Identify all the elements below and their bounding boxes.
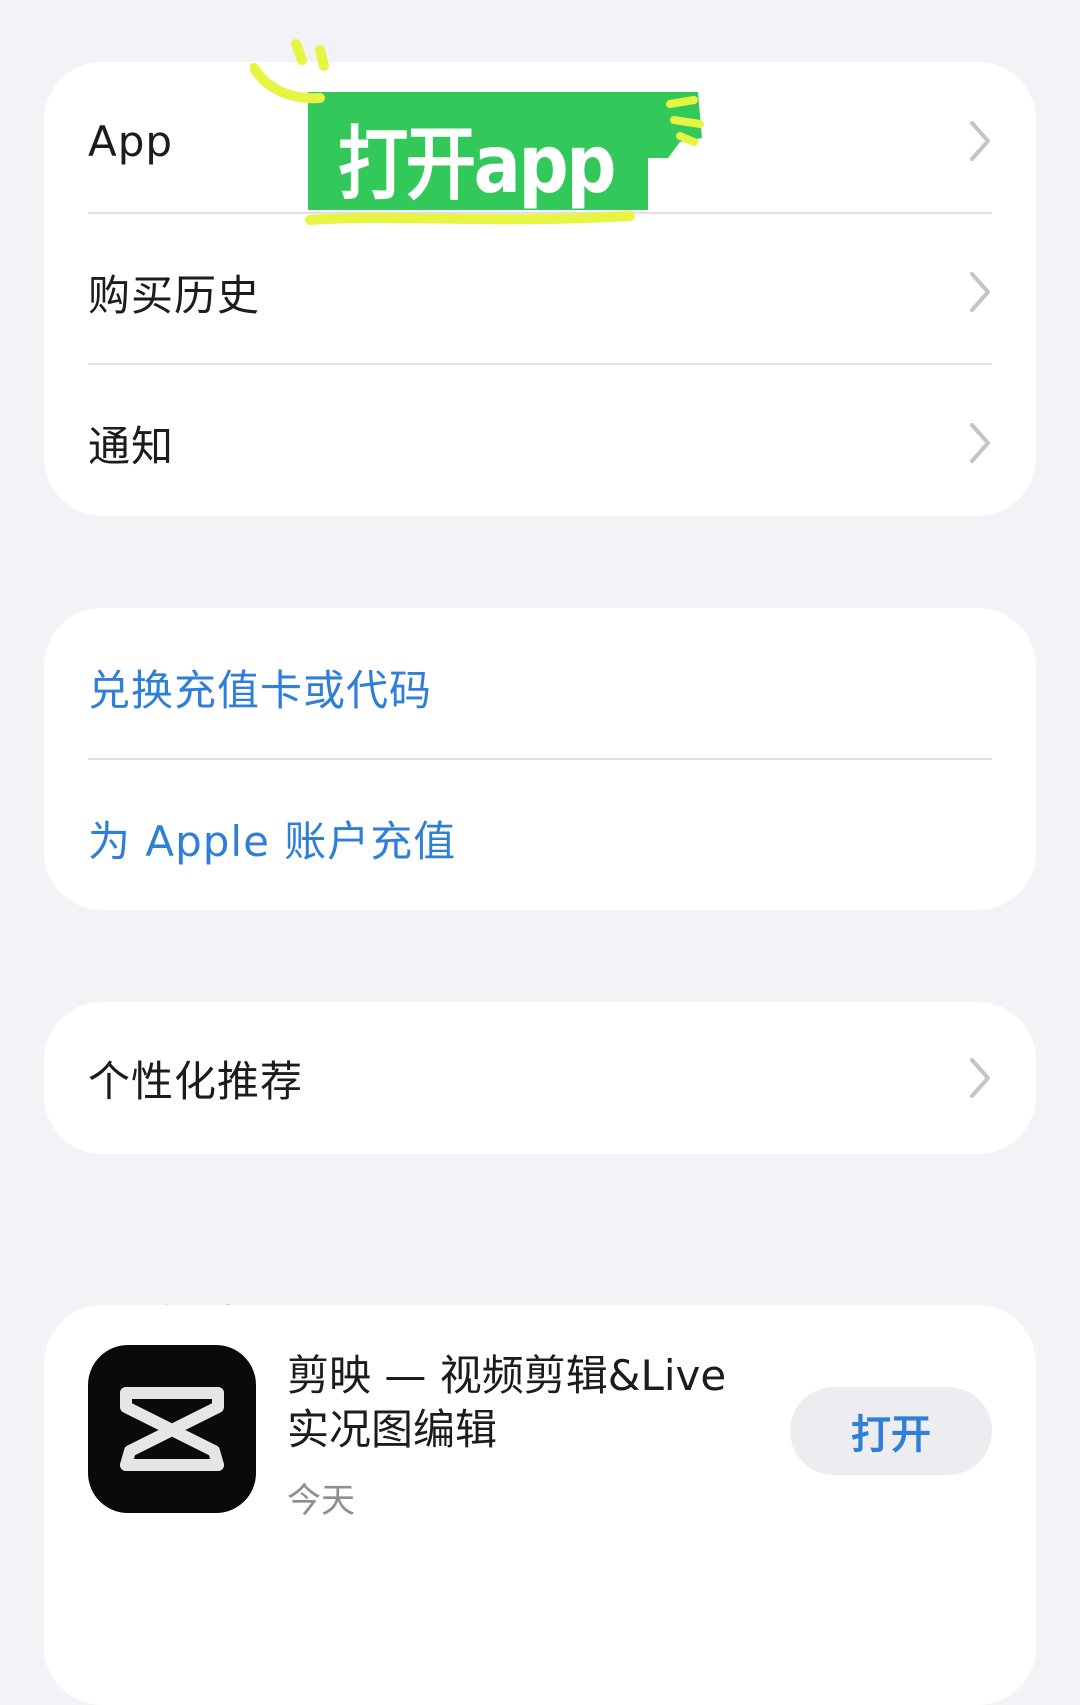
personalized-recommendations-label: 个性化推荐 [88, 1056, 304, 1106]
open-button[interactable]: 打开 [790, 1387, 992, 1475]
notifications-row[interactable]: 通知 [44, 364, 1036, 516]
chevron-right-icon [970, 121, 990, 161]
chevron-right-icon [970, 1058, 990, 1098]
app-update-date: 今天 [287, 1481, 355, 1521]
purchase-history-label: 购买历史 [88, 270, 261, 320]
purchase-history-row[interactable]: 购买历史 [44, 213, 1036, 371]
capcut-logo-icon [120, 1387, 224, 1471]
recent-update-card: 剪映 — 视频剪辑&Live实况图编辑 今天 打开 [44, 1305, 1036, 1705]
capcut-app-icon[interactable] [88, 1345, 256, 1513]
personalized-recommendations-row[interactable]: 个性化推荐 [44, 1002, 1036, 1154]
notifications-label: 通知 [88, 421, 175, 471]
app-name[interactable]: 剪映 — 视频剪辑&Live实况图编辑 [287, 1349, 757, 1457]
add-funds-row[interactable]: 为 Apple 账户充值 [44, 759, 1036, 910]
redeem-section: 兑换充值卡或代码 为 Apple 账户充值 [44, 608, 1036, 910]
redeem-gift-card-row[interactable]: 兑换充值卡或代码 [44, 608, 1036, 766]
app-row-label: App [88, 116, 174, 166]
personalized-section: 个性化推荐 [44, 1002, 1036, 1154]
chevron-right-icon [970, 272, 990, 312]
sticker-label: 打开app [338, 118, 617, 211]
add-funds-label: 为 Apple 账户充值 [88, 816, 457, 866]
chevron-right-icon [970, 423, 990, 463]
redeem-gift-card-label: 兑换充值卡或代码 [88, 665, 433, 715]
